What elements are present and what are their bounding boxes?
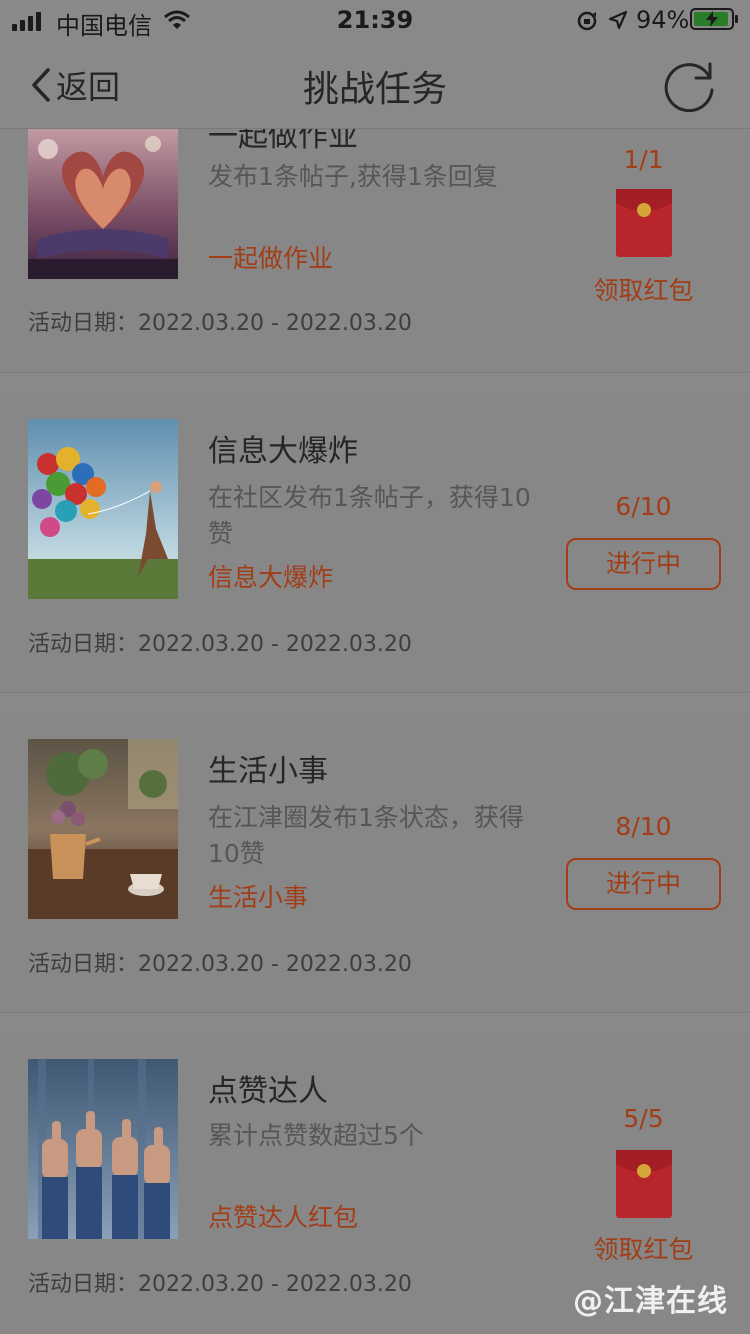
task-title: 生活小事 — [208, 754, 328, 789]
task-thumbnail — [28, 419, 178, 599]
red-envelope-icon[interactable] — [616, 189, 672, 257]
task-title: 点赞达人 — [208, 1074, 328, 1109]
task-tag[interactable]: 生活小事 — [208, 878, 308, 914]
task-thumbnail — [28, 739, 178, 919]
task-progress: 1/1 — [623, 145, 664, 174]
task-title: 一起做作业 — [208, 129, 358, 154]
book-heart-image — [28, 129, 178, 279]
watermark: @江津在线 — [573, 1284, 728, 1319]
claim-red-envelope-button[interactable]: 领取红包 — [566, 271, 721, 307]
thumbs-up-image — [28, 1059, 178, 1239]
task-tag[interactable]: 信息大爆炸 — [208, 558, 333, 594]
task-description: 累计点赞数超过5个 — [208, 1121, 424, 1150]
red-envelope-icon[interactable] — [616, 1150, 672, 1218]
task-progress: 6/10 — [615, 492, 672, 521]
battery-icon — [690, 8, 738, 30]
task-title: 信息大爆炸 — [208, 434, 358, 469]
task-tag[interactable]: 一起做作业 — [208, 239, 333, 275]
task-progress: 8/10 — [615, 812, 672, 841]
page-title: 挑战任务 — [302, 69, 447, 110]
task-tag[interactable]: 点赞达人红包 — [208, 1198, 358, 1234]
balloons-image — [28, 419, 178, 599]
in-progress-button[interactable]: 进行中 — [566, 538, 721, 590]
location-icon — [608, 10, 628, 30]
task-description: 在社区发布1条帖子，获得10赞 — [208, 483, 531, 548]
task-date: 活动日期：2022.03.20 - 2022.03.20 — [28, 311, 412, 336]
task-date: 活动日期：2022.03.20 - 2022.03.20 — [28, 952, 412, 977]
claim-red-envelope-button[interactable]: 领取红包 — [566, 1230, 721, 1266]
task-card[interactable]: 一起做作业 发布1条帖子,获得1条回复 一起做作业 活动日期：2022.03.2… — [0, 129, 750, 373]
task-card[interactable]: 信息大爆炸 在社区发布1条帖子，获得10赞 信息大爆炸 活动日期：2022.03… — [0, 392, 750, 693]
refresh-button[interactable] — [660, 56, 720, 120]
task-description: 发布1条帖子,获得1条回复 — [208, 162, 498, 191]
in-progress-button[interactable]: 进行中 — [566, 858, 721, 910]
status-bar: 中国电信 21:39 94% — [0, 0, 750, 40]
orientation-lock-icon — [577, 11, 597, 31]
navigation-bar: 返回 挑战任务 — [0, 40, 750, 129]
task-description: 在江津圈发布1条状态，获得10赞 — [208, 803, 524, 868]
task-list[interactable]: 一起做作业 发布1条帖子,获得1条回复 一起做作业 活动日期：2022.03.2… — [0, 129, 750, 1334]
task-date: 活动日期：2022.03.20 - 2022.03.20 — [28, 632, 412, 657]
task-thumbnail — [28, 129, 178, 299]
task-thumbnail — [28, 1059, 178, 1239]
task-card[interactable]: 生活小事 在江津圈发布1条状态，获得10赞 生活小事 活动日期：2022.03.… — [0, 712, 750, 1013]
task-progress: 5/5 — [623, 1104, 664, 1133]
task-date: 活动日期：2022.03.20 - 2022.03.20 — [28, 1272, 412, 1297]
flowers-cafe-image — [28, 739, 178, 919]
refresh-icon — [664, 62, 714, 113]
battery-percent: 94% — [636, 6, 690, 34]
